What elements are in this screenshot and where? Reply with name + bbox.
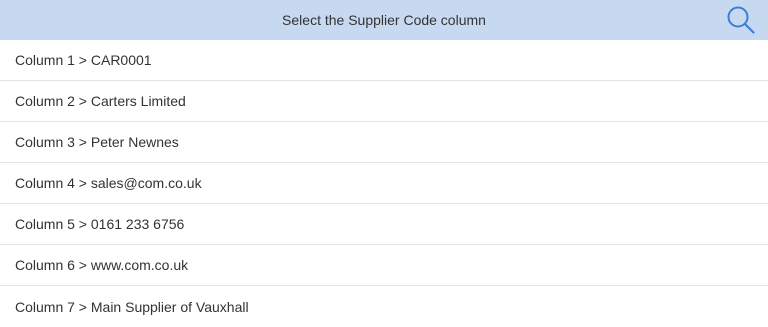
column-label: Column 7 > Main Supplier of Vauxhall [15,298,249,315]
column-list: Column 1 > CAR0001 Column 2 > Carters Li… [0,40,768,327]
column-label: Column 1 > CAR0001 [15,52,152,68]
column-label: Column 6 > www.com.co.uk [15,257,189,273]
column-label: Column 5 > 0161 233 6756 [15,216,185,232]
column-label: Column 2 > Carters Limited [15,93,186,109]
search-button[interactable] [724,3,758,37]
list-item-column-5[interactable]: Column 5 > 0161 233 6756 [0,204,768,245]
list-item-column-3[interactable]: Column 3 > Peter Newnes [0,122,768,163]
list-item-column-2[interactable]: Column 2 > Carters Limited [0,81,768,122]
search-icon [727,6,755,34]
list-item-column-1[interactable]: Column 1 > CAR0001 [0,40,768,81]
list-item-column-6[interactable]: Column 6 > www.com.co.uk [0,245,768,286]
column-label: Column 4 > sales@com.co.uk [15,175,202,191]
column-label: Column 3 > Peter Newnes [15,134,179,150]
page-title: Select the Supplier Code column [282,12,486,28]
header-bar: Select the Supplier Code column [0,0,768,40]
list-item-column-4[interactable]: Column 4 > sales@com.co.uk [0,163,768,204]
list-item-column-7[interactable]: Column 7 > Main Supplier of Vauxhall [0,286,768,327]
